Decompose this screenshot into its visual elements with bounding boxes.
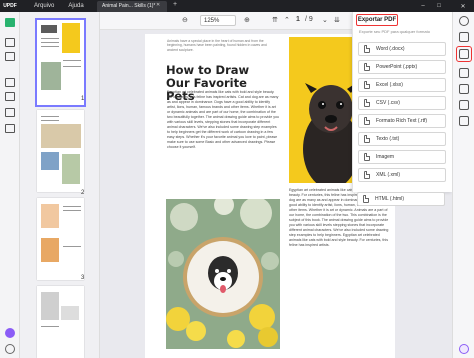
export-excel-button[interactable]: Excel (.xlsx) (358, 78, 446, 92)
image-file-icon (364, 153, 370, 161)
ai-assistant-icon[interactable] (459, 344, 469, 354)
zoom-level-field[interactable]: 125% (200, 15, 236, 26)
protect-icon[interactable] (5, 124, 15, 133)
search-icon[interactable] (459, 16, 469, 26)
form-icon[interactable] (5, 108, 15, 117)
page-number-3: 3 (81, 275, 85, 281)
export-pdf-icon[interactable] (459, 49, 469, 59)
crop-icon[interactable] (5, 92, 15, 101)
zoom-out-icon[interactable]: ⊖ (182, 16, 188, 24)
export-csv-button[interactable]: CSV (.csv) (358, 96, 446, 110)
pug-photo (289, 37, 359, 189)
powerpoint-file-icon (364, 63, 370, 71)
right-toolbar (452, 12, 474, 358)
previous-page-icon[interactable]: ⌃ (284, 16, 290, 24)
reader-icon[interactable] (5, 18, 15, 27)
close-tab-icon[interactable]: ✕ (156, 2, 160, 8)
export-xml-button[interactable]: XML (.xml) (358, 168, 446, 182)
title-bar: UPDF Arquivo Ajuda Animal Pain... Skills… (0, 0, 474, 12)
page-thumbnail-2[interactable] (37, 110, 84, 192)
page-total: / 9 (305, 16, 313, 23)
zoom-in-icon[interactable]: ⊕ (244, 16, 250, 24)
page-thumbnail-1[interactable] (35, 18, 86, 107)
xml-file-icon (364, 171, 370, 179)
organize-pages-icon[interactable] (5, 78, 15, 87)
page-number-2: 2 (81, 190, 85, 196)
settings-icon[interactable] (5, 344, 15, 354)
rtf-file-icon (364, 117, 370, 125)
text-file-icon (364, 135, 370, 143)
page-thumbnail-4[interactable] (37, 286, 84, 358)
maximize-icon[interactable]: □ (432, 0, 446, 12)
export-powerpoint-button[interactable]: PowerPoint (.pptx) (358, 60, 446, 74)
mail-icon[interactable] (459, 100, 469, 110)
page-number-1: 1 (81, 96, 85, 102)
export-word-button[interactable]: Word (.docx) (358, 42, 446, 56)
csv-file-icon (364, 99, 370, 107)
edit-icon[interactable] (5, 52, 15, 61)
thumbnail-panel: 1 2 3 (20, 12, 100, 358)
page-thumbnail-3[interactable] (37, 198, 84, 280)
word-file-icon (364, 45, 370, 53)
share-icon[interactable] (459, 68, 469, 78)
current-page[interactable]: 1 (296, 16, 300, 23)
export-rtf-button[interactable]: Formato Rich Text (.rtf) (358, 114, 446, 128)
page-body-text: Egyptian art celebrated animals like cat… (167, 90, 280, 149)
excel-file-icon (364, 81, 370, 89)
minimize-icon[interactable]: – (416, 0, 430, 12)
left-toolbar (0, 12, 20, 358)
html-file-icon (363, 195, 369, 203)
save-icon[interactable] (459, 84, 469, 94)
print-icon[interactable] (459, 116, 469, 126)
export-pdf-panel: Exportar PDF Exporte seu PDF para qualqu… (352, 12, 452, 192)
next-page-icon[interactable]: ⌄ (322, 16, 328, 24)
last-page-icon[interactable]: ⇊ (334, 16, 340, 24)
app-logo: UPDF (3, 3, 17, 9)
embroidery-photo (166, 199, 280, 349)
ocr-icon[interactable] (459, 32, 469, 42)
export-panel-subtitle: Exporte seu PDF para qualquer formato (359, 29, 430, 34)
page-intro-text: Animals have a special place in the hear… (167, 39, 267, 52)
menu-arquivo[interactable]: Arquivo (34, 3, 54, 9)
export-text-button[interactable]: Texto (.txt) (358, 132, 446, 146)
export-panel-title: Exportar PDF (356, 14, 398, 26)
export-html-button[interactable]: HTML (.html) (357, 192, 445, 206)
close-window-icon[interactable]: ✕ (456, 0, 470, 12)
first-page-icon[interactable]: ⇈ (272, 16, 278, 24)
new-tab-icon[interactable]: + (173, 1, 177, 8)
comment-icon[interactable] (5, 38, 15, 47)
menu-ajuda[interactable]: Ajuda (68, 3, 83, 9)
export-image-button[interactable]: Imagem (358, 150, 446, 164)
user-avatar[interactable] (5, 328, 15, 338)
